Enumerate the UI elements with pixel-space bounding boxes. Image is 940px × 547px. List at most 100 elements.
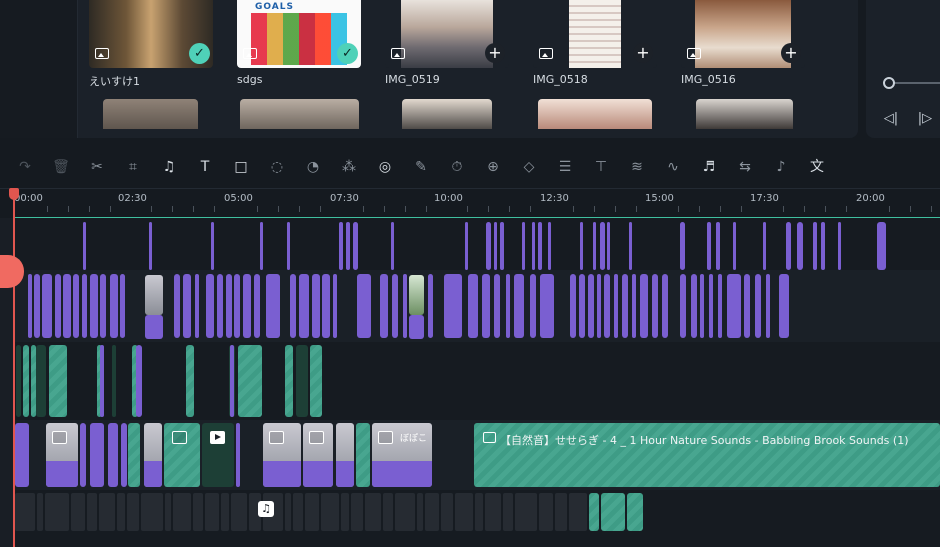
video-clip[interactable]	[570, 274, 576, 338]
video-clip[interactable]	[755, 274, 761, 338]
audio-clip[interactable]	[293, 493, 303, 531]
video-clip[interactable]	[700, 274, 704, 338]
effect-clip[interactable]	[821, 222, 825, 270]
video-clip[interactable]	[691, 274, 697, 338]
photo-clip[interactable]	[145, 275, 163, 315]
edit-icon[interactable]: ✎	[410, 156, 432, 178]
video-clip[interactable]	[195, 274, 199, 338]
audio-clip[interactable]	[395, 493, 415, 531]
effect-clip[interactable]	[716, 222, 720, 270]
audio-clip[interactable]	[285, 493, 291, 531]
video-clip[interactable]	[100, 345, 104, 417]
video-clip[interactable]	[55, 274, 61, 338]
effect-clip[interactable]	[500, 222, 504, 270]
video-clip[interactable]	[254, 274, 260, 338]
effect-clip[interactable]	[149, 222, 152, 270]
waveform-icon[interactable]: ≋	[626, 156, 648, 178]
video-clip[interactable]	[652, 274, 658, 338]
text-ai-icon[interactable]: ⊤	[590, 156, 612, 178]
video-clip[interactable]	[120, 274, 125, 338]
video-clip[interactable]	[357, 274, 371, 338]
stabilize-icon[interactable]: ⊕	[482, 156, 504, 178]
add-to-timeline-button[interactable]: +	[485, 43, 505, 63]
video-clip[interactable]	[110, 274, 118, 338]
audio-clip[interactable]	[45, 493, 69, 531]
audio-clip[interactable]	[425, 493, 439, 531]
subtitle-icon[interactable]: ⇆	[734, 156, 756, 178]
media-thumbnail-row2[interactable]	[538, 99, 652, 129]
video-clip[interactable]	[614, 274, 618, 338]
video-clip[interactable]	[494, 274, 500, 338]
main-clip[interactable]	[46, 423, 78, 487]
preview-seek-handle[interactable]	[883, 77, 895, 89]
video-clip[interactable]	[63, 274, 71, 338]
effect-clip[interactable]	[339, 222, 343, 270]
effect-clip[interactable]	[707, 222, 711, 270]
video-clip[interactable]	[632, 274, 636, 338]
video-clip[interactable]	[403, 274, 407, 338]
audio-clip[interactable]	[601, 493, 625, 531]
audio-clip[interactable]	[305, 493, 319, 531]
video-clip[interactable]	[186, 345, 194, 417]
video-clip[interactable]	[579, 274, 585, 338]
playhead-line[interactable]	[13, 188, 15, 547]
effect-clip[interactable]	[629, 222, 632, 270]
video-clip[interactable]	[23, 345, 29, 417]
beat-marker-icon[interactable]: ♫	[258, 501, 274, 517]
effect-clip[interactable]	[465, 222, 468, 270]
effect-clip[interactable]	[797, 222, 803, 270]
video-clip[interactable]	[34, 274, 40, 338]
previous-frame-button[interactable]: ◁|	[882, 110, 900, 128]
scissors-icon[interactable]: ✂	[86, 156, 108, 178]
effect-clip[interactable]	[538, 222, 542, 270]
audio-clip[interactable]	[117, 493, 125, 531]
video-clip[interactable]	[238, 345, 262, 417]
video-clip[interactable]	[640, 274, 648, 338]
video-clip[interactable]	[444, 274, 462, 338]
audio-clip[interactable]	[193, 493, 203, 531]
audio-icon[interactable]: ♫	[158, 156, 180, 178]
video-clip[interactable]	[296, 345, 308, 417]
video-clip[interactable]	[183, 274, 191, 338]
media-thumbnail[interactable]: ✓	[89, 0, 213, 68]
video-clip[interactable]	[514, 274, 524, 338]
speed-icon[interactable]: ◔	[302, 156, 324, 178]
redo-icon[interactable]: ↷	[14, 156, 36, 178]
media-thumbnail[interactable]: +	[385, 0, 509, 68]
audio-clip[interactable]	[475, 493, 483, 531]
main-clip[interactable]	[303, 423, 333, 487]
video-clip[interactable]	[243, 274, 251, 338]
video-clip[interactable]	[28, 274, 32, 338]
audio-clip[interactable]	[365, 493, 381, 531]
audio-clip[interactable]	[627, 493, 643, 531]
shape-icon[interactable]: □	[230, 156, 252, 178]
video-clip[interactable]	[145, 315, 163, 339]
audio-clip[interactable]	[221, 493, 229, 531]
video-clip[interactable]	[428, 274, 433, 338]
crop-icon[interactable]: ⌗	[122, 156, 144, 178]
effect-clip[interactable]	[532, 222, 535, 270]
main-clip[interactable]	[236, 423, 240, 487]
playhead-handle[interactable]	[9, 188, 19, 200]
video-clip[interactable]	[530, 274, 536, 338]
audio-clip[interactable]	[99, 493, 115, 531]
play-button[interactable]: |▷	[916, 110, 934, 128]
main-clip[interactable]	[263, 423, 301, 487]
audio-clip[interactable]	[539, 493, 553, 531]
video-clip[interactable]	[662, 274, 668, 338]
video-clip[interactable]	[540, 274, 554, 338]
video-clip[interactable]	[49, 345, 67, 417]
audio-clip[interactable]	[589, 493, 599, 531]
audio-clip[interactable]	[341, 493, 349, 531]
video-clip[interactable]	[588, 274, 594, 338]
audio-clip[interactable]	[351, 493, 363, 531]
effect-clip[interactable]	[486, 222, 491, 270]
media-thumbnail-row2[interactable]	[402, 99, 492, 129]
video-clip[interactable]	[290, 274, 296, 338]
main-clip[interactable]	[356, 423, 370, 487]
media-item[interactable]: GOALS ✓ sdgs	[237, 0, 361, 86]
audio-clip[interactable]	[555, 493, 567, 531]
video-clip[interactable]	[42, 274, 52, 338]
media-thumbnail-row2[interactable]	[103, 99, 198, 129]
audio-clip[interactable]	[569, 493, 587, 531]
